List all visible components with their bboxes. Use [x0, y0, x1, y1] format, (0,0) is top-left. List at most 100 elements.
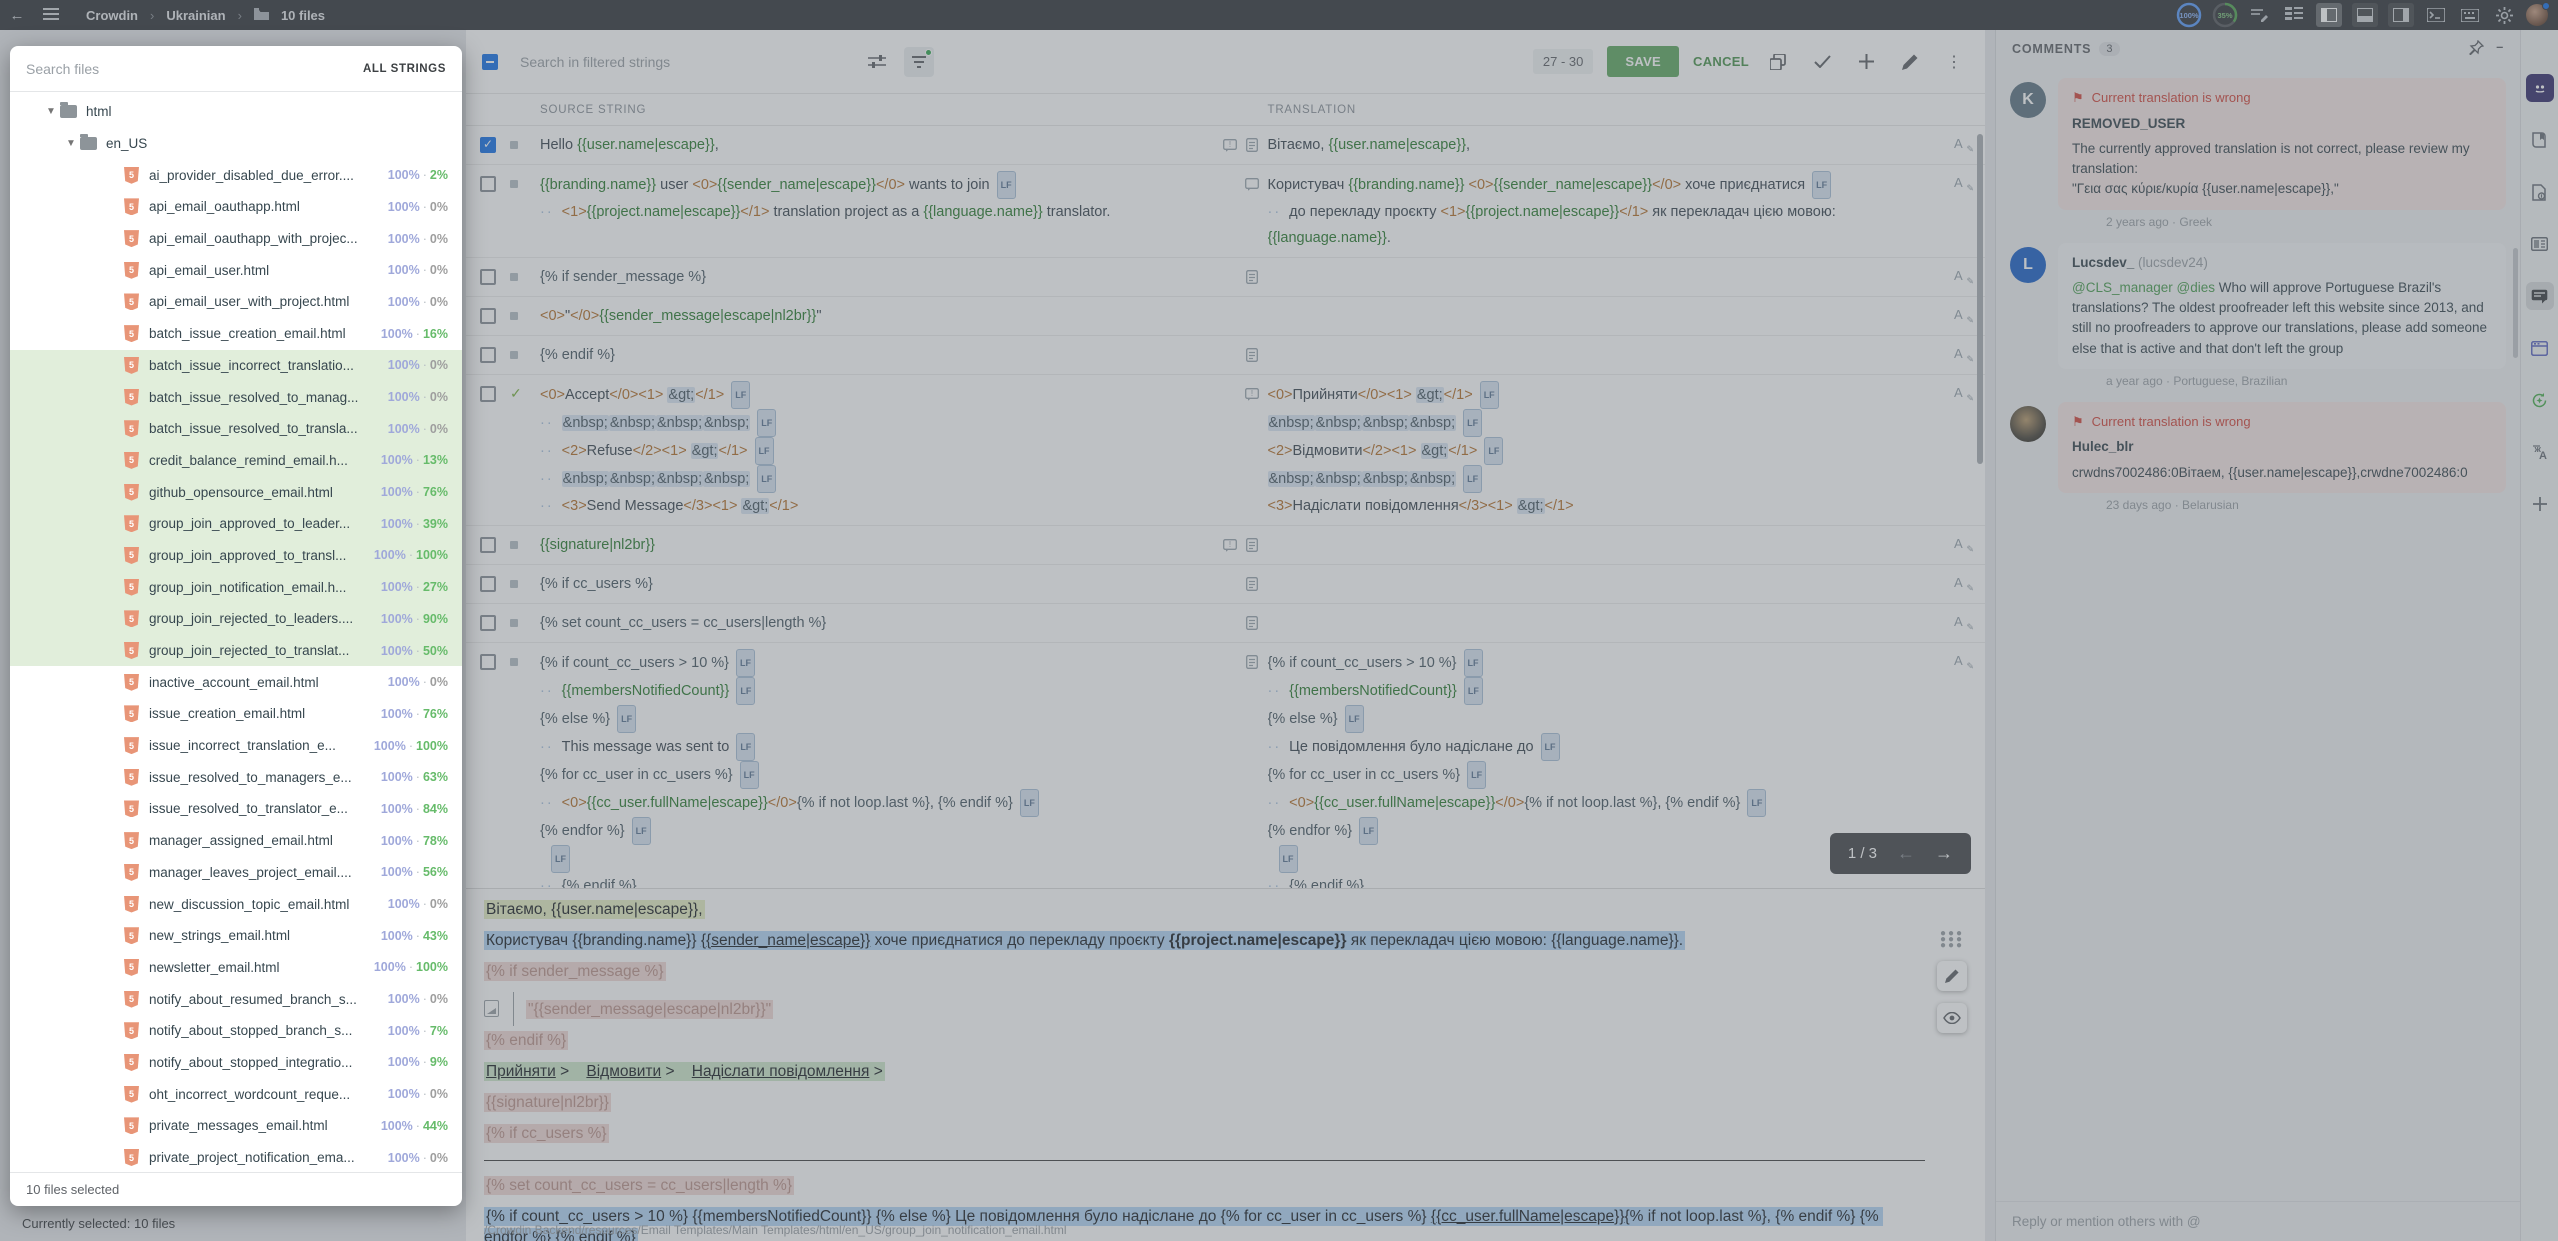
side-by-side-view-icon[interactable] [2316, 3, 2342, 27]
string-checkbox[interactable] [480, 176, 496, 192]
approve-check-icon[interactable] [1807, 47, 1837, 77]
string-row[interactable]: {% endif %} A✎ [466, 336, 1985, 375]
file-row[interactable]: 5 credit_balance_remind_email.h... 100%·… [10, 445, 462, 477]
select-all-checkbox[interactable] [482, 54, 498, 70]
comment-author[interactable]: Hulec_blr [2072, 437, 2492, 457]
translation-vote-icon[interactable]: A✎ [1954, 653, 1970, 671]
comfortable-view-icon[interactable] [2388, 3, 2414, 27]
file-row[interactable]: 5 issue_resolved_to_managers_e... 100%·6… [10, 761, 462, 793]
filter-icon[interactable] [904, 47, 934, 77]
translated-progress-ring[interactable]: 100% [2176, 2, 2202, 28]
file-row[interactable]: 5 batch_issue_incorrect_translatio... 10… [10, 350, 462, 382]
string-row[interactable]: Hello {{user.name|escape}}, ! Вітаємо, {… [466, 126, 1985, 165]
kebab-menu-icon[interactable]: ⋮ [1939, 47, 1969, 77]
add-panel-icon[interactable] [2526, 490, 2554, 518]
translation-cell[interactable] [1268, 610, 1940, 636]
file-row[interactable]: 5 github_opensource_email.html 100%·76% [10, 476, 462, 508]
comments-icon[interactable] [2526, 282, 2554, 310]
string-checkbox[interactable] [480, 654, 496, 670]
source-string-cell[interactable]: {{signature|nl2br}} [540, 532, 1212, 558]
breadcrumb-files[interactable]: 10 files [281, 8, 325, 23]
language-icon[interactable]: жA [2526, 438, 2554, 466]
file-row[interactable]: 5 issue_incorrect_translation_e... 100%·… [10, 730, 462, 762]
preview-eye-icon[interactable] [1937, 1003, 1967, 1033]
keyboard-shortcuts-icon[interactable] [2458, 3, 2482, 27]
strings-scrollbar[interactable] [1977, 134, 1983, 464]
collapse-icon[interactable]: – [2496, 40, 2504, 58]
comment-alert-icon[interactable]: ! [1244, 386, 1260, 402]
string-row[interactable]: ✓ <0>Accept</0><1> &gt;</1>LF··&nbsp;&nb… [466, 375, 1985, 526]
file-row[interactable]: 5 notify_about_resumed_branch_s... 100%·… [10, 983, 462, 1015]
breadcrumb-language[interactable]: Ukrainian [166, 8, 225, 23]
file-row[interactable]: 5 api_email_oauthapp.html 100%·0% [10, 191, 462, 223]
file-row[interactable]: 5 group_join_notification_email.h... 100… [10, 571, 462, 603]
copy-source-icon[interactable] [1763, 47, 1793, 77]
file-row[interactable]: 5 group_join_approved_to_transl... 100%·… [10, 540, 462, 572]
edit-pencil-icon[interactable] [1937, 961, 1967, 991]
file-row[interactable]: 5 private_project_notification_ema... 10… [10, 1142, 462, 1172]
comments-scrollbar[interactable] [2513, 248, 2518, 358]
preview-highlight[interactable]: Прийняти > Відмовити > Надіслати повідом… [484, 1062, 885, 1081]
string-checkbox[interactable] [480, 386, 496, 402]
string-checkbox[interactable] [480, 308, 496, 324]
source-string-cell[interactable]: {{branding.name}} user <0>{{sender_name|… [540, 171, 1212, 251]
user-avatar[interactable] [2526, 4, 2548, 26]
file-row[interactable]: 5 group_join_approved_to_leader... 100%·… [10, 508, 462, 540]
comment-item[interactable]: ⚑Current translation is wrongHulec_blr c… [2010, 402, 2506, 512]
preview-highlight[interactable]: Вітаємо, {{user.name|escape}}, [484, 900, 705, 919]
cancel-button[interactable]: CANCEL [1693, 54, 1749, 69]
file-row[interactable]: 5 api_email_user.html 100%·0% [10, 254, 462, 286]
folder-row-html[interactable]: ▼ html [10, 96, 462, 128]
file-row[interactable]: 5 notify_about_stopped_branch_s... 100%·… [10, 1015, 462, 1047]
auto-translate-icon[interactable] [2526, 386, 2554, 414]
file-row[interactable]: 5 api_email_oauthapp_with_projec... 100%… [10, 223, 462, 255]
context-icon[interactable] [1244, 347, 1260, 363]
context-icon[interactable] [1244, 615, 1260, 631]
file-context-icon[interactable] [2526, 178, 2554, 206]
mention[interactable]: @CLS_manager @dies [2072, 280, 2215, 295]
file-row[interactable]: 5 newsletter_email.html 100%·100% [10, 952, 462, 984]
source-string-cell[interactable]: {% if sender_message %} [540, 264, 1212, 290]
file-row[interactable]: 5 batch_issue_resolved_to_transla... 100… [10, 413, 462, 445]
ai-assistant-icon[interactable] [2526, 74, 2554, 102]
translation-cell[interactable] [1268, 264, 1940, 290]
string-row[interactable]: {% if count_cc_users > 10 %}LF··{{member… [466, 643, 1985, 888]
back-arrow-icon[interactable]: ← [0, 7, 34, 24]
comment-item[interactable]: L Lucsdev_ (lucsdev24) @CLS_manager @die… [2010, 243, 2506, 388]
translation-vote-icon[interactable]: A✎ [1954, 385, 1970, 403]
pager-prev-icon[interactable]: ← [1897, 843, 1915, 864]
file-row[interactable]: 5 notify_about_stopped_integratio... 100… [10, 1047, 462, 1079]
file-row[interactable]: 5 group_join_rejected_to_translat... 100… [10, 635, 462, 667]
source-string-cell[interactable]: {% if count_cc_users > 10 %}LF··{{member… [540, 649, 1212, 888]
preview-highlight[interactable]: {% set count_cc_users = cc_users|length … [484, 1176, 794, 1195]
tune-icon[interactable] [862, 47, 892, 77]
source-string-cell[interactable]: {% endif %} [540, 342, 1212, 368]
file-row[interactable]: 5 new_strings_email.html 100%·43% [10, 920, 462, 952]
source-string-cell[interactable]: <0>Accept</0><1> &gt;</1>LF··&nbsp;&nbsp… [540, 381, 1212, 519]
pin-icon[interactable] [2469, 40, 2484, 58]
file-row[interactable]: 5 inactive_account_email.html 100%·0% [10, 666, 462, 698]
string-checkbox[interactable] [480, 576, 496, 592]
translation-vote-icon[interactable]: A✎ [1954, 575, 1970, 593]
string-range-chip[interactable]: 27 - 30 [1533, 49, 1593, 74]
string-row[interactable]: <0>"</0>{{sender_message|escape|nl2br}}"… [466, 297, 1985, 336]
file-row[interactable]: 5 group_join_rejected_to_leaders.... 100… [10, 603, 462, 635]
translation-cell[interactable]: Вітаємо, {{user.name|escape}}, [1268, 132, 1940, 158]
translation-vote-icon[interactable]: A✎ [1954, 268, 1970, 286]
preview-highlight[interactable]: {% if sender_message %} [484, 962, 666, 981]
translation-cell[interactable]: Користувач {{branding.name}} <0>{{sender… [1268, 171, 1940, 251]
file-row[interactable]: 5 api_email_user_with_project.html 100%·… [10, 286, 462, 318]
string-checkbox[interactable] [480, 269, 496, 285]
translation-cell[interactable] [1268, 532, 1940, 558]
file-row[interactable]: 5 issue_creation_email.html 100%·76% [10, 698, 462, 730]
add-string-icon[interactable] [1851, 47, 1881, 77]
multi-view-icon[interactable] [2282, 3, 2306, 27]
translation-cell[interactable]: <0>Прийняти</0><1> &gt;</1>LF&nbsp;&nbsp… [1268, 381, 1940, 519]
settings-gear-icon[interactable] [2492, 3, 2516, 27]
translation-vote-icon[interactable]: A✎ [1954, 136, 1970, 154]
context-icon[interactable] [1244, 654, 1260, 670]
menu-icon[interactable] [34, 7, 68, 24]
custom-view-icon[interactable] [2526, 334, 2554, 362]
translation-vote-icon[interactable]: A✎ [1954, 536, 1970, 554]
top-bottom-view-icon[interactable] [2352, 3, 2378, 27]
